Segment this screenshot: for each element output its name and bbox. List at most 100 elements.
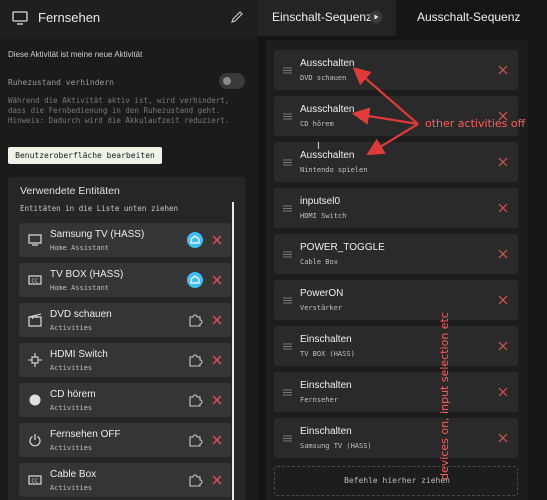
delete-icon[interactable] <box>498 387 508 397</box>
entity-name: TV BOX (HASS) <box>50 269 124 280</box>
drag-handle-icon[interactable] <box>283 113 292 120</box>
entity-name: Cable Box <box>50 469 97 480</box>
sequence-step[interactable]: POWER_TOGGLE Cable Box <box>274 234 518 274</box>
entities-scrollbar[interactable] <box>232 202 234 500</box>
entity-source: Activities <box>50 404 93 412</box>
drag-handle-icon[interactable] <box>283 389 292 396</box>
activity-title: Fernsehen <box>38 10 101 25</box>
sequence-step[interactable]: Einschalten Fernseher <box>274 372 518 412</box>
entity-source: Activities <box>50 484 93 492</box>
power-icon <box>29 434 41 447</box>
home-assistant-icon[interactable] <box>187 272 203 288</box>
delete-icon[interactable] <box>211 394 223 406</box>
entity-item[interactable]: CD hörem Activities <box>19 383 231 417</box>
sequence-step[interactable]: inputsel0 HDMI Switch <box>274 188 518 228</box>
switch-icon <box>28 353 42 367</box>
sequence-step[interactable]: PowerON Verstärker <box>274 280 518 320</box>
sequence-step[interactable]: Ausschalten DVD schauen <box>274 50 518 90</box>
drag-handle-icon[interactable] <box>283 251 292 258</box>
delete-icon[interactable] <box>211 234 223 246</box>
delete-icon[interactable] <box>498 249 508 259</box>
step-title: PowerON <box>300 288 344 299</box>
sequence-step[interactable]: Ausschalten CD hörem <box>274 96 518 136</box>
drag-handle-icon[interactable] <box>283 343 292 350</box>
svg-text:CC: CC <box>32 479 39 485</box>
entities-subtitle: Entitäten in die Liste unten ziehen <box>20 204 179 213</box>
command-drop-zone[interactable]: Befehle hierher ziehen <box>274 466 518 496</box>
step-target: Samsung TV (HASS) <box>300 442 372 450</box>
sequence-step[interactable]: Einschalten Samsung TV (HASS) <box>274 418 518 458</box>
entity-item[interactable]: CC Cable Box Activities <box>19 463 231 497</box>
annotation-other-activities: other activities off <box>425 117 526 130</box>
drag-handle-icon[interactable] <box>283 205 292 212</box>
entity-item[interactable]: DVD schauen Activities <box>19 303 231 337</box>
delete-icon[interactable] <box>498 203 508 213</box>
puzzle-icon[interactable] <box>187 472 203 488</box>
delete-icon[interactable] <box>498 433 508 443</box>
circle-icon <box>29 394 41 406</box>
sequence-step[interactable]: Einschalten TV BOX (HASS) <box>274 326 518 366</box>
delete-icon[interactable] <box>498 341 508 351</box>
pencil-icon[interactable] <box>230 10 244 24</box>
tab-power-on-label: Einschalt-Sequenz <box>272 10 373 24</box>
entity-name: HDMI Switch <box>50 349 108 360</box>
delete-icon[interactable] <box>211 354 223 366</box>
annotation-devices-on: devices on, input selection etc <box>438 312 451 480</box>
step-target: Cable Box <box>300 258 338 266</box>
prevent-sleep-description: Während die Aktivität aktiv ist, wird ve… <box>8 96 230 125</box>
entity-source: Home Assistant <box>50 244 110 252</box>
activity-header: Fernsehen <box>0 0 258 36</box>
tv-icon <box>12 11 28 25</box>
step-title: Einschalten <box>300 334 352 345</box>
entity-item[interactable]: Fernsehen OFF Activities <box>19 423 231 457</box>
prevent-sleep-toggle[interactable] <box>219 73 245 89</box>
delete-icon[interactable] <box>498 157 508 167</box>
step-target: Verstärker <box>300 304 343 312</box>
activity-settings-pane: Fernsehen Diese Aktivität ist meine neue… <box>0 0 258 500</box>
delete-icon[interactable] <box>498 65 508 75</box>
entity-name: DVD schauen <box>50 309 112 320</box>
entity-source: Activities <box>50 364 93 372</box>
delete-icon[interactable] <box>211 474 223 486</box>
tv-icon <box>28 234 42 246</box>
sequence-step[interactable]: Ausschalten Nintendo spielen <box>274 142 518 182</box>
delete-icon[interactable] <box>211 274 223 286</box>
cc-box-icon: CC <box>28 275 42 285</box>
puzzle-icon[interactable] <box>187 432 203 448</box>
step-target: TV BOX (HASS) <box>300 350 355 358</box>
step-title: Einschalten <box>300 380 352 391</box>
step-target: Nintendo spielen <box>300 166 368 174</box>
entity-source: Home Assistant <box>50 284 110 292</box>
delete-icon[interactable] <box>498 295 508 305</box>
puzzle-icon[interactable] <box>187 312 203 328</box>
drag-handle-icon[interactable] <box>283 67 292 74</box>
entities-title: Verwendete Entitäten <box>20 185 120 197</box>
entity-item[interactable]: HDMI Switch Activities <box>19 343 231 377</box>
entity-name: Samsung TV (HASS) <box>50 229 145 240</box>
drag-handle-icon[interactable] <box>283 297 292 304</box>
step-title: Ausschalten <box>300 104 355 115</box>
entity-item[interactable]: CC TV BOX (HASS) Home Assistant <box>19 263 231 297</box>
entity-item[interactable]: Samsung TV (HASS) Home Assistant <box>19 223 231 257</box>
drop-zone-label: Befehle hierher ziehen <box>344 476 450 485</box>
step-title: inputsel0 <box>300 196 341 207</box>
delete-icon[interactable] <box>211 314 223 326</box>
entity-name: Fernsehen OFF <box>50 429 121 440</box>
drag-handle-icon[interactable] <box>283 159 292 166</box>
clapperboard-icon <box>28 313 42 327</box>
cc-box-icon: CC <box>28 475 42 485</box>
step-title: Einschalten <box>300 426 352 437</box>
puzzle-icon[interactable] <box>187 392 203 408</box>
entity-source: Activities <box>50 324 93 332</box>
edit-ui-button[interactable]: Benutzeroberfläche bearbeiten <box>8 147 162 164</box>
puzzle-icon[interactable] <box>187 352 203 368</box>
step-title: Ausschalten <box>300 58 355 69</box>
drag-handle-icon[interactable] <box>283 435 292 442</box>
svg-text:CC: CC <box>32 279 39 285</box>
tab-power-off-label: Ausschalt-Sequenz <box>417 10 521 24</box>
play-icon[interactable] <box>369 10 383 24</box>
step-title: Ausschalten <box>300 150 355 161</box>
delete-icon[interactable] <box>211 434 223 446</box>
home-assistant-icon[interactable] <box>187 232 203 248</box>
step-target: DVD schauen <box>300 74 347 82</box>
